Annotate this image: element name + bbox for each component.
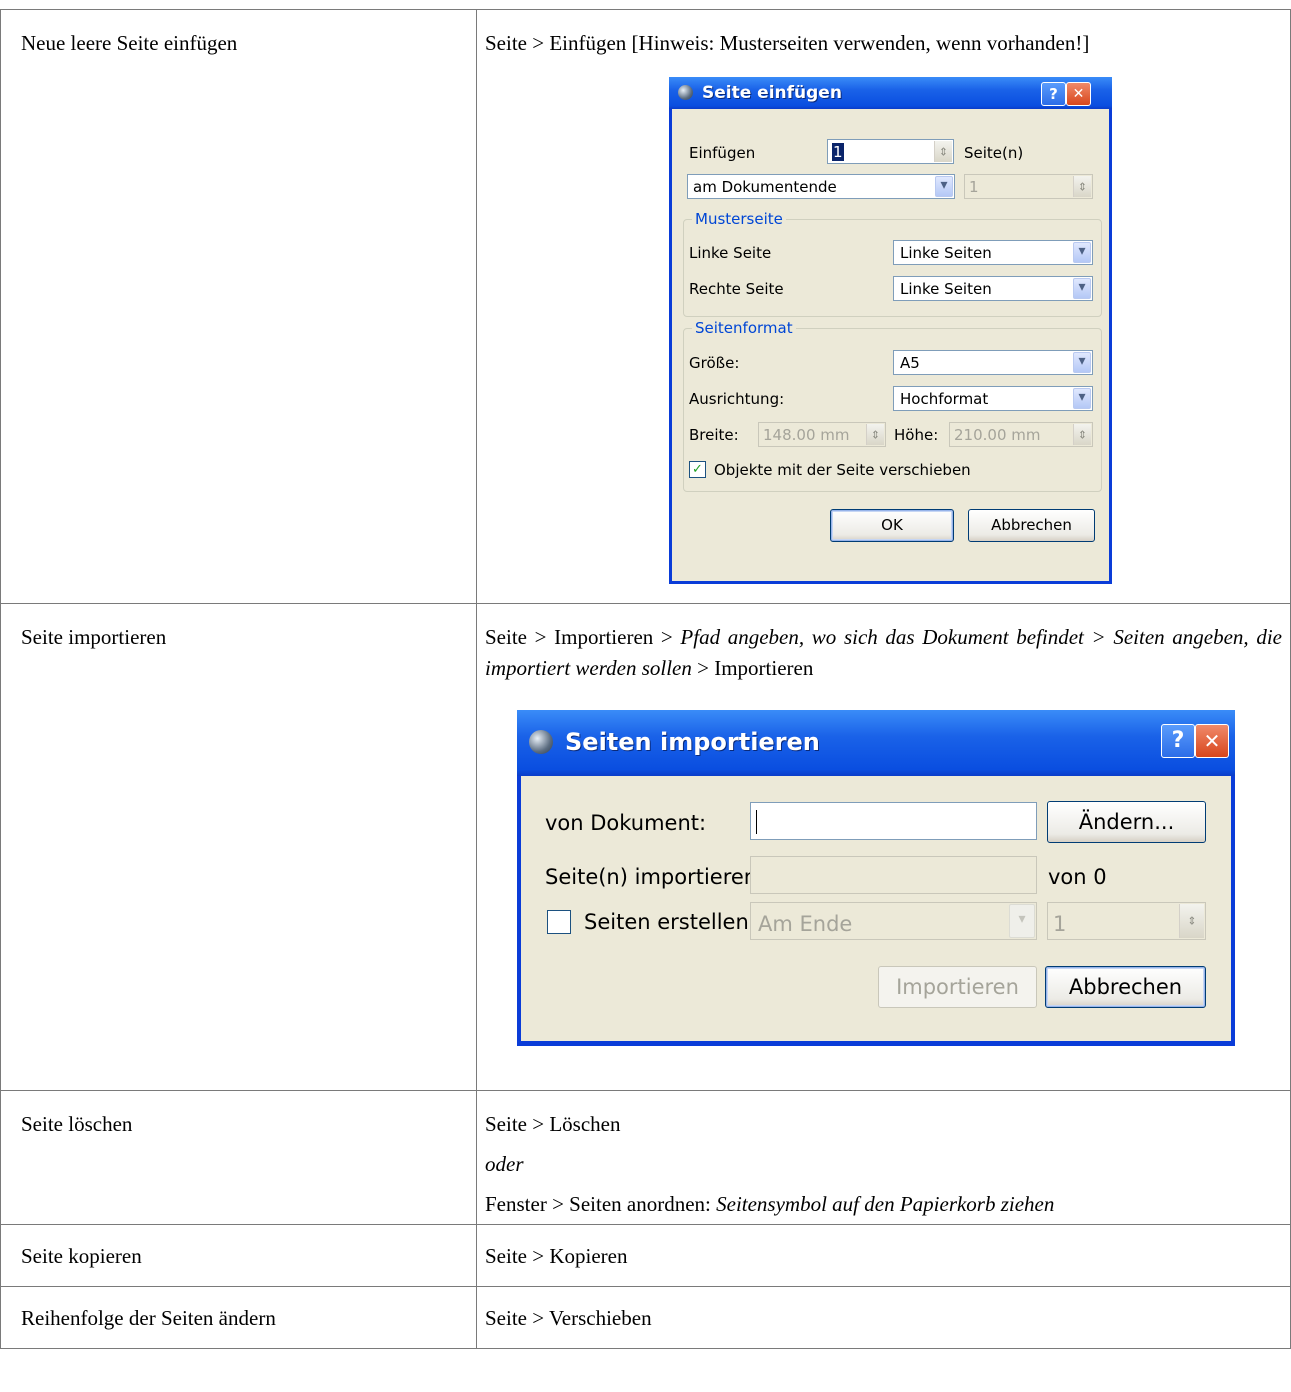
import-button: Importieren [878, 966, 1037, 1008]
move-objects-checkbox[interactable]: ✓ [689, 461, 706, 478]
spin-icon [1073, 176, 1091, 197]
chevron-down-icon[interactable] [1073, 352, 1091, 373]
group-label-format: Seitenformat [692, 319, 796, 337]
chevron-down-icon[interactable] [1073, 278, 1091, 299]
master-page-group [683, 219, 1102, 317]
change-button[interactable]: Ändern... [1047, 801, 1206, 843]
instruction-text: Seite > Kopieren [485, 1244, 628, 1268]
instruction-line: Fenster > Seiten anordnen: Seitensymbol … [485, 1192, 1055, 1216]
document-field[interactable] [750, 802, 1037, 840]
instruction-cell: Seite > Kopieren [476, 1224, 1291, 1287]
chevron-down-icon[interactable] [1073, 388, 1091, 409]
cancel-button[interactable]: Abbrechen [1045, 966, 1206, 1008]
document-label: von Dokument: [545, 811, 707, 835]
instructions-table: Neue leere Seite einfügen Seite > Einfüg… [0, 9, 1291, 1349]
spin-icon [1179, 904, 1204, 938]
close-button[interactable]: ✕ [1195, 724, 1229, 758]
dialog-titlebar: Seiten importieren ? ✕ [517, 710, 1235, 776]
spin-icon [866, 424, 884, 445]
spin-icon[interactable] [934, 141, 952, 162]
size-select[interactable]: A5 [893, 350, 1093, 375]
task-cell: Seite kopieren [0, 1224, 477, 1287]
width-field: 148.00 mm [758, 422, 886, 447]
help-button[interactable]: ? [1041, 82, 1066, 106]
text-cursor [756, 810, 757, 834]
spin-icon [1073, 424, 1091, 445]
position-page-field: 1 [964, 174, 1093, 199]
insert-label: Einfügen [689, 144, 756, 162]
insert-count-field[interactable]: 1 [827, 139, 954, 164]
size-label: Größe: [689, 354, 740, 372]
cancel-button[interactable]: Abbrechen [968, 509, 1095, 542]
app-logo-icon [529, 730, 553, 754]
position-select[interactable]: am Dokumentende [687, 174, 955, 199]
task-cell: Seite löschen [0, 1090, 477, 1225]
create-position-select: Am Ende [750, 902, 1037, 940]
instruction-text: Seite > Verschieben [485, 1306, 652, 1330]
instruction-cell: Seite > Einfügen [Hinweis: Musterseiten … [476, 9, 1291, 604]
table-row: Seite kopieren Seite > Kopieren [0, 1224, 1291, 1287]
chevron-down-icon[interactable] [1073, 242, 1091, 263]
task-label: Seite importieren [21, 625, 167, 649]
instruction-cell: Seite > Importieren > Pfad angeben, wo s… [476, 603, 1291, 1091]
ok-button[interactable]: OK [830, 509, 954, 542]
task-cell: Seite importieren [0, 603, 477, 1091]
height-field: 210.00 mm [949, 422, 1093, 447]
pages-label: Seite(n) [964, 144, 1024, 162]
group-label-master: Musterseite [692, 210, 786, 228]
task-label: Neue leere Seite einfügen [21, 31, 238, 55]
table-row: Neue leere Seite einfügen Seite > Einfüg… [0, 9, 1291, 604]
import-pages-dialog: Seiten importieren ? ✕ von Dokument: Änd… [517, 710, 1235, 1046]
create-page-field: 1 [1047, 902, 1206, 940]
table-row: Seite löschen Seite > Löschen oder Fenst… [0, 1090, 1291, 1225]
create-pages-checkbox[interactable] [547, 910, 571, 934]
create-pages-label: Seiten erstellen [584, 910, 749, 934]
help-button[interactable]: ? [1161, 724, 1195, 758]
insert-page-dialog: Seite einfügen ? ✕ Einfügen 1 Seite(n) a… [669, 77, 1112, 584]
dialog-titlebar: Seite einfügen ? ✕ [669, 77, 1112, 109]
table-row: Reihenfolge der Seiten ändern Seite > Ve… [0, 1286, 1291, 1349]
task-label: Reihenfolge der Seiten ändern [21, 1306, 276, 1330]
orientation-label: Ausrichtung: [689, 390, 785, 408]
dialog-title: Seite einfügen [702, 83, 842, 103]
table-row: Seite importieren Seite > Importieren > … [0, 603, 1291, 1091]
task-label: Seite löschen [21, 1112, 133, 1136]
task-label: Seite kopieren [21, 1244, 142, 1268]
dialog-title: Seiten importieren [565, 728, 820, 756]
task-cell: Neue leere Seite einfügen [0, 9, 477, 604]
dialog-body: von Dokument: Ändern... Seite(n) importi… [521, 776, 1231, 1041]
right-page-label: Rechte Seite [689, 280, 784, 298]
left-page-label: Linke Seite [689, 244, 772, 262]
chevron-down-icon[interactable] [935, 176, 953, 197]
dialog-body: Einfügen 1 Seite(n) am Dokumentende 1 [672, 109, 1109, 581]
instruction-line: Seite > Löschen [485, 1112, 621, 1136]
height-label: Höhe: [894, 426, 939, 444]
instruction-text: Seite > Einfügen [Hinweis: Musterseiten … [485, 31, 1090, 55]
right-page-select[interactable]: Linke Seiten [893, 276, 1093, 301]
pages-import-label: Seite(n) importieren: [545, 865, 765, 889]
instruction-cell: Seite > Löschen oder Fenster > Seiten an… [476, 1090, 1291, 1225]
instruction-cell: Seite > Verschieben [476, 1286, 1291, 1349]
task-cell: Reihenfolge der Seiten ändern [0, 1286, 477, 1349]
orientation-select[interactable]: Hochformat [893, 386, 1093, 411]
of-count-label: von 0 [1048, 865, 1107, 889]
chevron-down-icon [1009, 904, 1035, 938]
instruction-text: Seite > Importieren > Pfad angeben, wo s… [485, 625, 1282, 680]
width-label: Breite: [689, 426, 739, 444]
close-button[interactable]: ✕ [1066, 82, 1091, 106]
left-page-select[interactable]: Linke Seiten [893, 240, 1093, 265]
pages-import-field [750, 856, 1037, 894]
instruction-line: oder [485, 1152, 524, 1176]
app-logo-icon [678, 85, 693, 100]
move-objects-label: Objekte mit der Seite verschieben [714, 461, 971, 479]
